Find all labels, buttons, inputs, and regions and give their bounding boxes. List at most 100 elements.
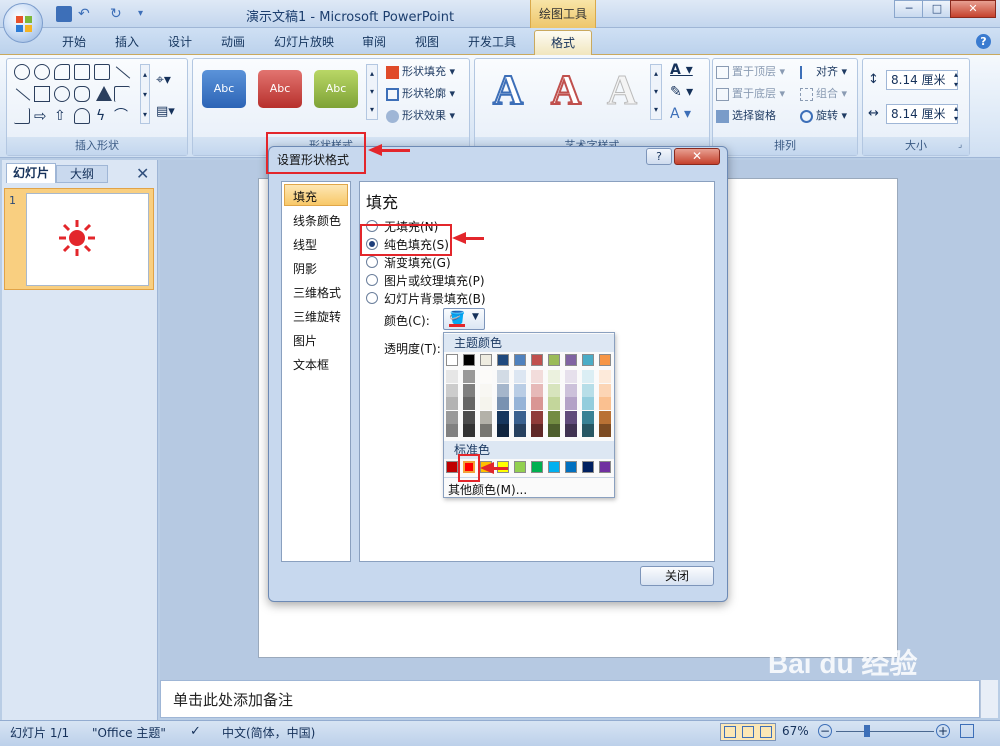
theme-color-swatch[interactable] (582, 397, 594, 410)
text-fill-icon[interactable]: A ▾ (670, 62, 693, 78)
selection-pane-button[interactable]: 选择窗格 (716, 107, 776, 123)
label-background-fill[interactable]: 幻灯片背景填充(B) (384, 290, 486, 307)
theme-color-swatch[interactable] (446, 354, 458, 366)
theme-color-swatch[interactable] (480, 410, 492, 424)
oval-shape-icon[interactable] (54, 86, 70, 102)
pentagon-shape-icon[interactable] (74, 108, 90, 124)
theme-color-swatch[interactable] (463, 354, 475, 366)
group-button[interactable]: 组合 ▾ (800, 85, 847, 101)
theme-color-swatch[interactable] (497, 397, 509, 410)
theme-color-swatch[interactable] (446, 383, 458, 397)
normal-view-icon[interactable] (724, 726, 736, 738)
theme-color-swatch[interactable] (548, 424, 560, 437)
theme-color-swatch[interactable] (463, 424, 475, 437)
shape-fill-button[interactable]: 形状填充 ▾ (386, 63, 455, 79)
shapes-gallery-scroll[interactable]: ▴ ▾ ▾ (140, 64, 150, 124)
label-picture-fill[interactable]: 图片或纹理填充(P) (384, 272, 485, 289)
customize-qat-icon[interactable]: ▾ (138, 6, 154, 22)
slide-thumbnail[interactable] (26, 193, 149, 286)
label-gradient-fill[interactable]: 渐变填充(G) (384, 254, 451, 271)
theme-color-swatch[interactable] (514, 383, 526, 397)
align-button[interactable]: 对齐 ▾ (800, 63, 847, 79)
theme-color-swatch[interactable] (497, 354, 509, 366)
connector-icon[interactable] (14, 108, 30, 124)
wordart-outline-red[interactable]: A (540, 66, 592, 116)
category-picture[interactable]: 图片 (293, 332, 317, 349)
wordart-outline-gray[interactable]: A (596, 66, 648, 116)
theme-color-swatch[interactable] (531, 354, 543, 366)
theme-color-swatch[interactable] (582, 383, 594, 397)
triangle-shape-icon[interactable] (96, 86, 112, 101)
theme-color-swatch[interactable] (480, 424, 492, 437)
theme-color-swatch[interactable] (548, 383, 560, 397)
theme-color-swatch[interactable] (480, 370, 492, 383)
theme-color-swatch[interactable] (531, 383, 543, 397)
notes-scrollbar[interactable] (980, 680, 998, 718)
theme-color-swatch[interactable] (531, 397, 543, 410)
theme-color-swatch[interactable] (514, 397, 526, 410)
theme-color-swatch[interactable] (463, 383, 475, 397)
size-dialog-launcher-icon[interactable]: ⌟ (958, 140, 962, 150)
text-box-icon[interactable]: ▤▾ (156, 104, 175, 119)
shape-height-input[interactable]: 8.14 厘米 (886, 70, 958, 90)
styles-gallery-scroll[interactable]: ▴ ▾ ▾ (366, 64, 378, 120)
theme-color-swatch[interactable] (548, 370, 560, 383)
shape-effects-button[interactable]: 形状效果 ▾ (386, 107, 455, 123)
standard-color-swatch[interactable] (548, 461, 560, 473)
send-to-back-button[interactable]: 置于底层 ▾ (716, 85, 785, 101)
save-icon[interactable] (56, 6, 72, 22)
tab-insert[interactable]: 插入 (115, 33, 139, 50)
theme-color-swatch[interactable] (582, 410, 594, 424)
shape-outline-button[interactable]: 形状轮廓 ▾ (386, 85, 455, 101)
theme-color-swatch[interactable] (599, 370, 611, 383)
theme-color-swatch[interactable] (565, 410, 577, 424)
textbox-shape-icon[interactable] (94, 64, 110, 80)
view-buttons[interactable] (720, 723, 776, 741)
text-outline-icon[interactable]: ✎ ▾ (670, 84, 693, 100)
theme-color-swatch[interactable] (514, 424, 526, 437)
curve-shape-icon[interactable]: ⌒ (114, 108, 128, 124)
theme-color-swatch[interactable] (497, 424, 509, 437)
radio-gradient-fill[interactable] (366, 256, 378, 268)
category-3d-rotation[interactable]: 三维旋转 (293, 308, 341, 325)
slideshow-view-icon[interactable] (760, 726, 772, 738)
category-shadow[interactable]: 阴影 (293, 260, 317, 277)
standard-color-swatch[interactable] (582, 461, 594, 473)
shape-width-input[interactable]: 8.14 厘米 (886, 104, 958, 124)
lightning-shape-icon[interactable]: ϟ (96, 108, 105, 124)
theme-color-swatch[interactable] (514, 370, 526, 383)
tab-design[interactable]: 设计 (168, 33, 192, 50)
wordart-gallery-scroll[interactable]: ▴ ▾ ▾ (650, 64, 662, 120)
category-textbox[interactable]: 文本框 (293, 356, 329, 373)
theme-color-swatch[interactable] (514, 354, 526, 366)
theme-color-swatch[interactable] (497, 410, 509, 424)
theme-color-swatch[interactable] (446, 410, 458, 424)
theme-color-swatch[interactable] (531, 424, 543, 437)
zoom-in-icon[interactable]: + (936, 724, 950, 738)
style-blue[interactable]: Abc (202, 70, 246, 108)
radio-background-fill[interactable] (366, 292, 378, 304)
zoom-slider-track[interactable] (836, 731, 934, 732)
zoom-level[interactable]: 67% (782, 724, 809, 738)
close-pane-icon[interactable]: ✕ (136, 164, 149, 183)
line-shape-icon[interactable] (115, 66, 131, 79)
tab-home[interactable]: 开始 (62, 33, 86, 50)
maximize-button[interactable]: □ (922, 0, 952, 18)
fit-to-window-icon[interactable] (960, 724, 974, 738)
up-arrow-icon[interactable]: ⇧ (54, 108, 66, 124)
rotate-button[interactable]: 旋转 ▾ (800, 107, 847, 123)
width-spinner[interactable]: ▴ ▾ (954, 104, 958, 124)
tab-developer[interactable]: 开发工具 (468, 33, 516, 50)
tab-slides[interactable]: 幻灯片 (6, 163, 56, 183)
theme-color-swatch[interactable] (548, 410, 560, 424)
close-button[interactable]: 关闭 (640, 566, 714, 586)
undo-icon[interactable]: ↶ (78, 6, 94, 22)
standard-color-swatch[interactable] (446, 461, 458, 473)
category-3d-format[interactable]: 三维格式 (293, 284, 341, 301)
category-line-color[interactable]: 线条颜色 (293, 212, 341, 229)
theme-color-swatch[interactable] (446, 370, 458, 383)
standard-color-swatch[interactable] (599, 461, 611, 473)
sun-shape-icon[interactable] (14, 64, 30, 80)
arrow-shape-icon[interactable]: ⇨ (34, 108, 47, 124)
theme-color-swatch[interactable] (548, 354, 560, 366)
